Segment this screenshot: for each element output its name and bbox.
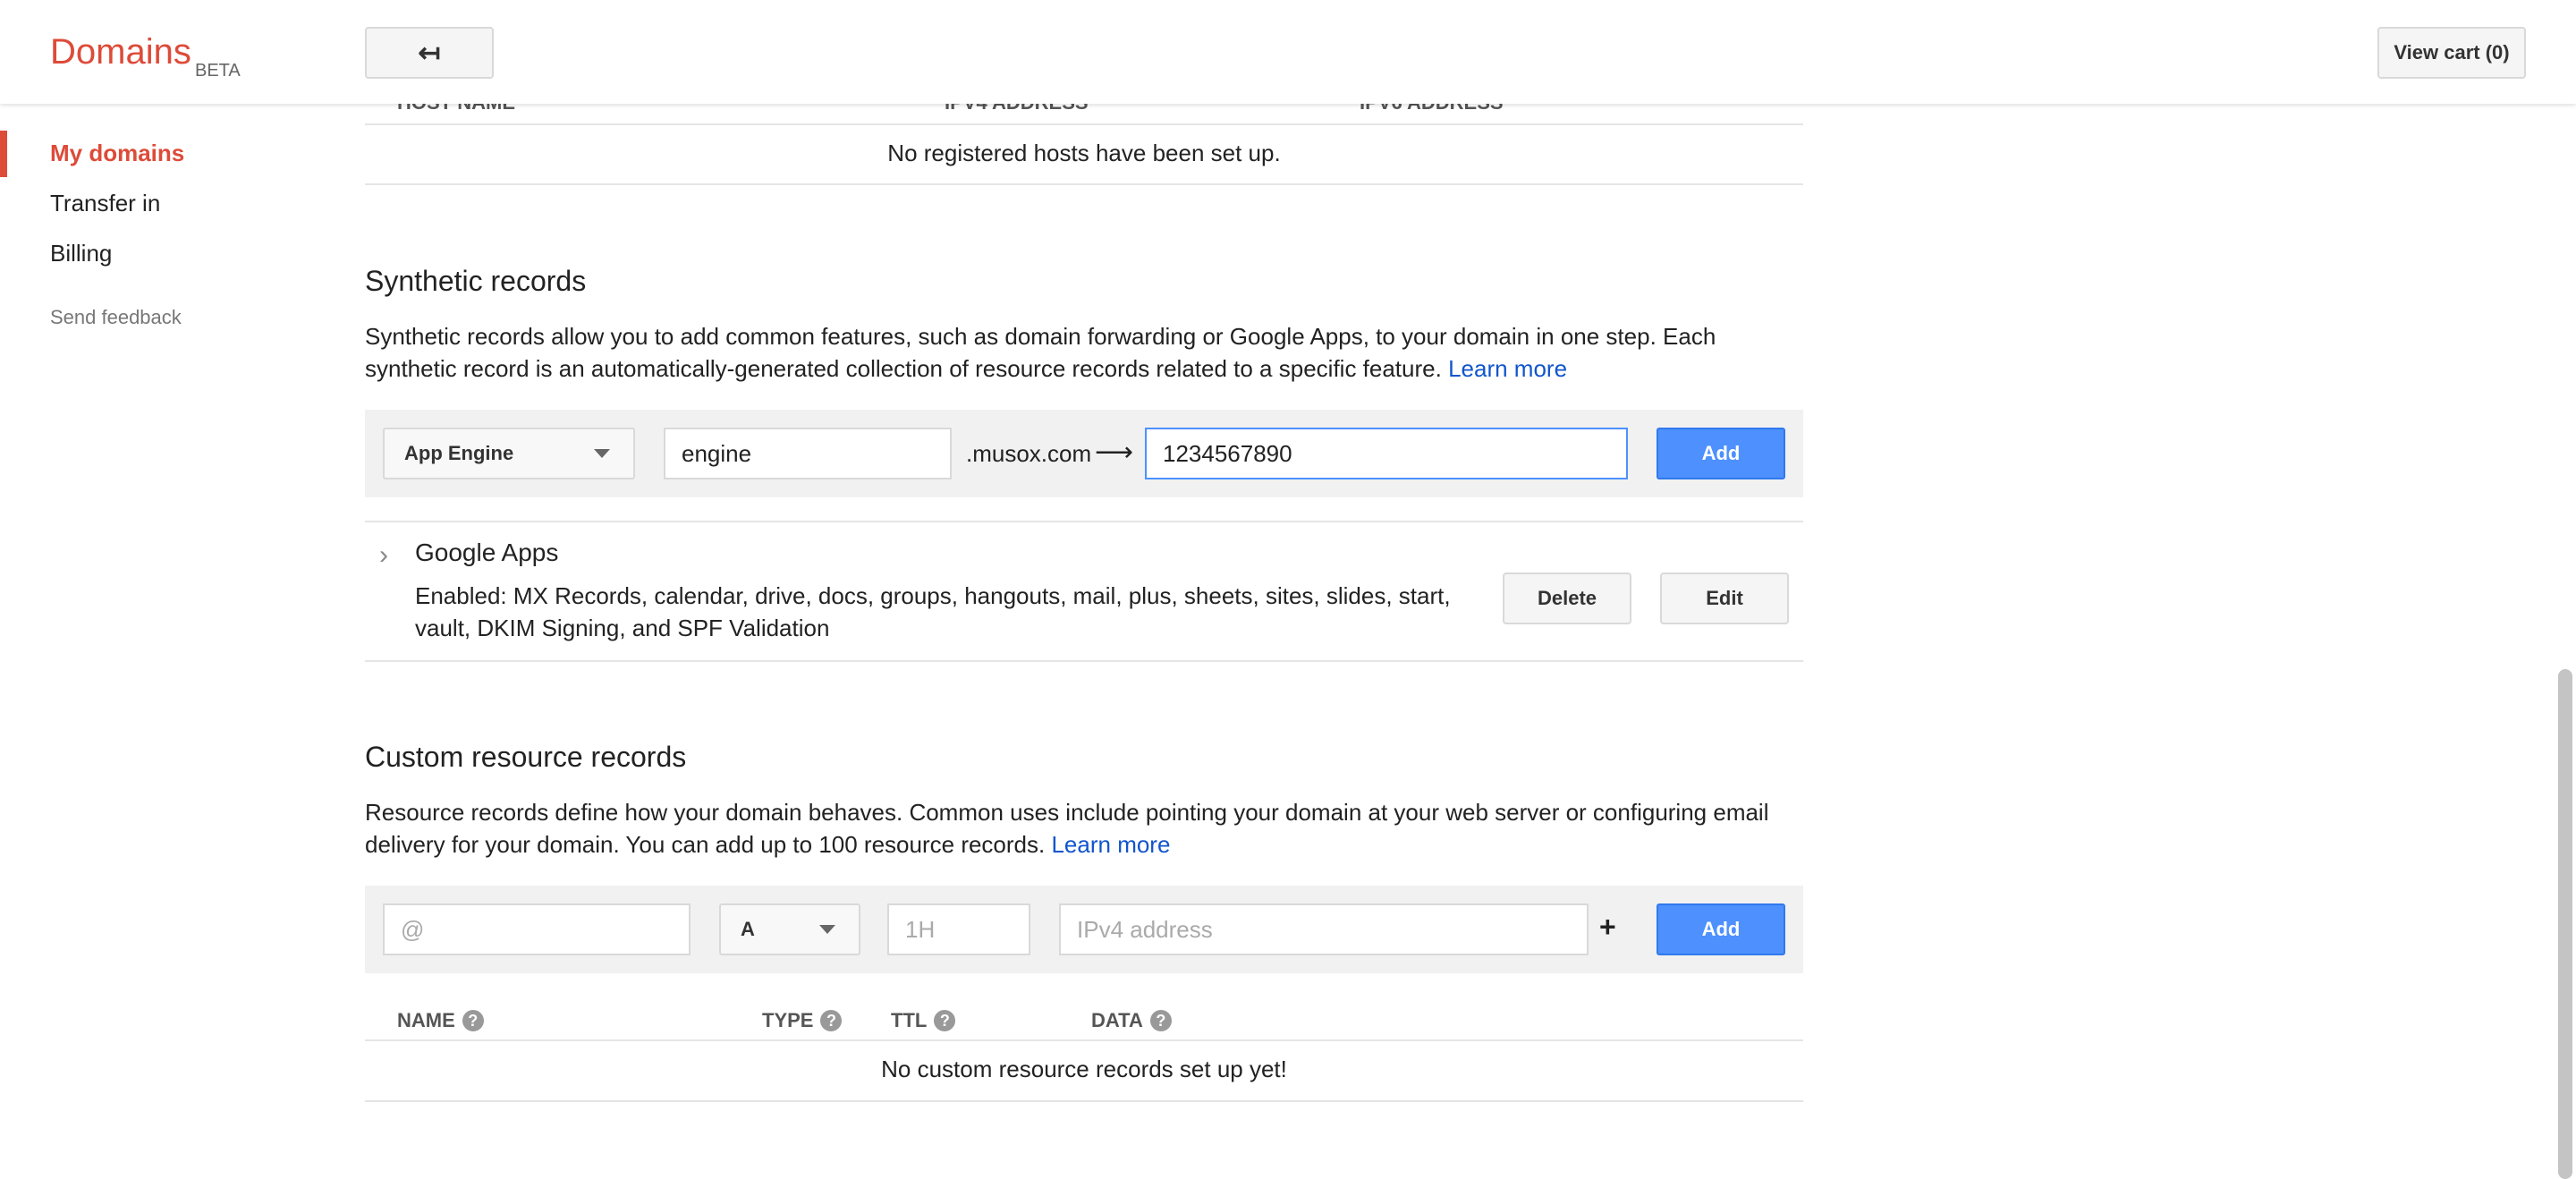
view-cart-button[interactable]: View cart (0) <box>2377 27 2526 79</box>
help-icon[interactable]: ? <box>820 1010 843 1031</box>
synthetic-records-description: Synthetic records allow you to add commo… <box>365 320 1796 385</box>
synthetic-type-value: App Engine <box>404 442 514 464</box>
synthetic-subdomain-input[interactable] <box>664 428 952 479</box>
record-type-select[interactable]: A <box>719 903 860 955</box>
chevron-down-icon <box>594 449 610 458</box>
synthetic-type-select[interactable]: App Engine <box>383 428 635 479</box>
custom-records-title: Custom resource records <box>365 741 687 773</box>
custom-table-divider-top <box>365 1039 1803 1041</box>
custom-records-description: Resource records define how your domain … <box>365 796 1796 861</box>
custom-table-divider-bottom <box>365 1100 1803 1102</box>
synthetic-add-button[interactable]: Add <box>1657 428 1785 479</box>
hosts-empty-message: No registered hosts have been set up. <box>887 140 1281 166</box>
synthetic-record-name[interactable]: Google Apps <box>415 539 558 567</box>
synthetic-learn-more-link[interactable]: Learn more <box>1448 355 1567 382</box>
custom-learn-more-link[interactable]: Learn more <box>1051 831 1170 858</box>
delete-button[interactable]: Delete <box>1503 573 1631 624</box>
sidebar-item-billing[interactable]: Billing <box>50 240 112 267</box>
app-logo[interactable]: Domains <box>50 32 191 72</box>
send-feedback-link[interactable]: Send feedback <box>50 306 182 329</box>
help-icon[interactable]: ? <box>462 1010 484 1031</box>
col-header-ttl: TTL ? <box>891 1009 956 1032</box>
domain-suffix: .musox.com <box>966 440 1092 467</box>
page-scrollbar-thumb[interactable] <box>2558 669 2572 1179</box>
hosts-divider-bottom <box>365 183 1803 185</box>
record-data-input[interactable] <box>1059 903 1589 955</box>
back-button[interactable]: ↤ <box>365 27 494 79</box>
back-arrow-icon: ↤ <box>418 38 441 68</box>
add-field-plus-icon[interactable]: + <box>1599 911 1616 944</box>
sidebar-item-transfer-in[interactable]: Transfer in <box>50 190 160 217</box>
chevron-right-icon[interactable]: › <box>379 540 388 571</box>
edit-button[interactable]: Edit <box>1660 573 1789 624</box>
record-name-input[interactable] <box>383 903 691 955</box>
synthetic-divider-2 <box>365 660 1803 662</box>
synthetic-record-details: Enabled: MX Records, calendar, drive, do… <box>415 582 1451 641</box>
chevron-down-icon <box>819 925 835 934</box>
custom-add-button[interactable]: Add <box>1657 903 1785 955</box>
help-icon[interactable]: ? <box>934 1010 956 1031</box>
arrow-right-icon: ⟶ <box>1095 437 1134 467</box>
app-engine-project-input[interactable] <box>1145 428 1628 479</box>
col-header-name: NAME ? <box>397 1009 484 1032</box>
col-header-data: DATA ? <box>1091 1009 1172 1032</box>
synthetic-records-title: Synthetic records <box>365 265 587 297</box>
help-icon[interactable]: ? <box>1149 1010 1172 1031</box>
top-header: Domains BETA ↤ View cart (0) <box>0 0 2576 104</box>
col-header-type: TYPE ? <box>762 1009 843 1032</box>
hosts-divider-top <box>365 123 1803 125</box>
record-type-value: A <box>741 918 755 940</box>
sidebar-item-my-domains[interactable]: My domains <box>50 140 184 167</box>
synthetic-divider-1 <box>365 521 1803 522</box>
sidebar-active-indicator <box>0 131 7 177</box>
beta-badge: BETA <box>195 61 241 81</box>
custom-empty-message: No custom resource records set up yet! <box>881 1056 1287 1082</box>
record-ttl-input[interactable] <box>887 903 1030 955</box>
